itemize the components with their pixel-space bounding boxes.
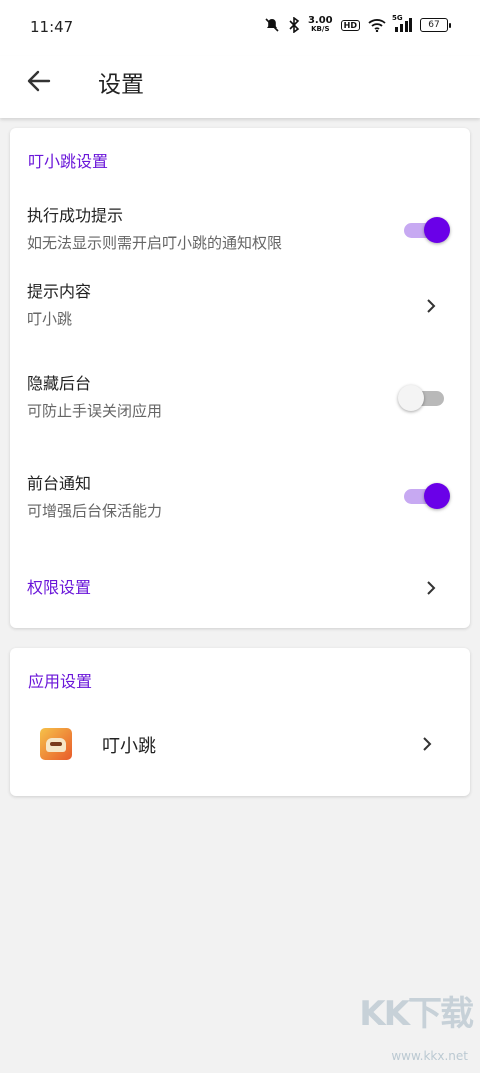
app-name: 叮小跳 (102, 736, 156, 757)
setting-subtitle: 叮小跳 (27, 310, 73, 328)
page-title: 设置 (98, 72, 144, 98)
setting-title: 前台通知 (27, 474, 92, 493)
mute-bell-icon (264, 17, 280, 33)
status-icons: 3.00 KB/S HD 5G 67 (264, 14, 451, 34)
status-time: 11:47 (30, 18, 74, 36)
app-settings-card: 应用设置 叮小跳 (10, 648, 470, 796)
section-title-app: 应用设置 (28, 672, 93, 691)
app-icon (40, 728, 72, 760)
net-speed: 3.00 KB/S (308, 16, 333, 34)
permission-settings-link[interactable]: 权限设置 (27, 574, 91, 598)
setting-row-hide-background[interactable]: 隐藏后台 可防止手误关闭应用 (10, 368, 470, 428)
setting-subtitle: 如无法显示则需开启叮小跳的通知权限 (27, 234, 283, 252)
toggle-thumb (424, 483, 450, 509)
app-row[interactable]: 叮小跳 (10, 718, 470, 774)
setting-row-success-tip[interactable]: 执行成功提示 如无法显示则需开启叮小跳的通知权限 (10, 200, 470, 260)
bluetooth-icon (288, 17, 300, 33)
hd-badge: HD (340, 19, 360, 31)
setting-row-tip-content[interactable]: 提示内容 叮小跳 (10, 276, 470, 336)
signal-icon: 5G (392, 14, 412, 32)
net-speed-value: 3.00 (307, 15, 333, 26)
chevron-right-icon (420, 736, 434, 751)
setting-title: 执行成功提示 (27, 206, 124, 225)
success-tip-toggle[interactable] (402, 216, 450, 244)
battery-icon: 67 (420, 18, 451, 32)
watermark-url: www.kkx.net (391, 1049, 468, 1063)
chevron-right-icon (424, 298, 438, 313)
watermark-logo: KK下载 (359, 994, 474, 1034)
setting-subtitle: 可增强后台保活能力 (27, 502, 163, 520)
setting-subtitle: 可防止手误关闭应用 (27, 402, 163, 420)
setting-title: 提示内容 (27, 282, 92, 301)
setting-row-foreground-notify[interactable]: 前台通知 可增强后台保活能力 (10, 468, 470, 528)
signal-label: 5G (392, 14, 403, 22)
foreground-notify-toggle[interactable] (402, 482, 450, 510)
status-bar: 11:47 3.00 KB/S HD 5G 67 (0, 0, 480, 56)
section-title-dingxiaotiao: 叮小跳设置 (28, 152, 109, 171)
toggle-thumb (398, 385, 424, 411)
wifi-icon (368, 18, 386, 32)
hide-background-toggle[interactable] (398, 384, 448, 412)
back-arrow-icon[interactable] (24, 66, 54, 96)
battery-level: 67 (428, 20, 440, 30)
app-bar: 设置 (0, 56, 480, 118)
permission-settings-row[interactable]: 权限设置 (10, 568, 470, 608)
toggle-thumb (424, 217, 450, 243)
chevron-right-icon (424, 580, 438, 595)
setting-title: 隐藏后台 (27, 374, 92, 393)
net-speed-unit: KB/S (311, 25, 330, 33)
dingxiaotiao-settings-card: 叮小跳设置 执行成功提示 如无法显示则需开启叮小跳的通知权限 提示内容 叮小跳 … (10, 128, 470, 628)
